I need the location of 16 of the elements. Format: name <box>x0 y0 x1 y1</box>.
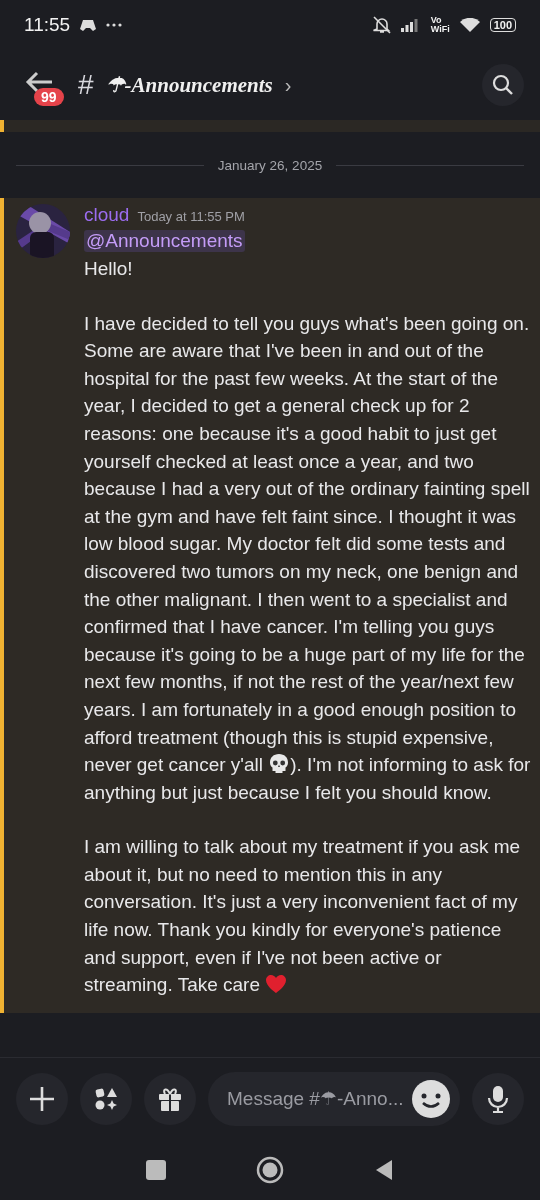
timestamp: Today at 11:55 PM <box>137 209 245 224</box>
date-divider: January 26, 2025 <box>217 157 323 173</box>
message-paragraph: Hello! <box>84 257 134 281</box>
message-paragraph: I am willing to talk about my treatment if you ask me about it, but no need to mention this in any conversation. It's just a very inconvenient fact of my life now. Thank you kindly for everyone's patience and support, even if I've not been active or streaming. Take care <box>84 835 522 998</box>
vowifi-label: Vo WiFi <box>430 16 450 34</box>
message-field[interactable]: Message #☂-Anno... <box>208 1072 460 1126</box>
message-input[interactable]: Message #☂-Anno... <box>225 1087 404 1111</box>
channel-chevron[interactable]: › <box>284 73 292 97</box>
message-paragraph: I have decided to tell you guys what's been going on. Some are aware that I've been in and out of the hospital for the past few weeks. At the start of the year, I decided to get a general check up for 2 reasons: one because it's a good habit to just get yourself checked at least once a year, and two because I had a very out of the ordinary fainting spell at the gym and have felt faint since. I thought it was low blood sugar. My doctor felt did some tests and discovered two tumors on my neck, one benign and the other malignant. I then went to a specialist and confirmed that I have cancer. I'm telling you guys because it's going to be a huge part of my life for the next few months, if not the rest of the year/next few years. I am fortunately in a good enough position to afford treatment (though this is stupid expensive, never get cancer y'all ). I'm not informing to ask for anything but just because I felt you should know. <box>84 311 532 805</box>
channel-hash: # <box>78 69 94 101</box>
battery-level: 100 <box>489 18 516 32</box>
channel-name[interactable]: ☂-Announcements <box>105 72 273 98</box>
unread-badge: 99 <box>34 88 64 106</box>
author-name[interactable]: cloud <box>84 204 130 225</box>
clock-time: 11:55 <box>24 14 71 36</box>
role-mention[interactable]: @Announcements <box>84 230 245 252</box>
